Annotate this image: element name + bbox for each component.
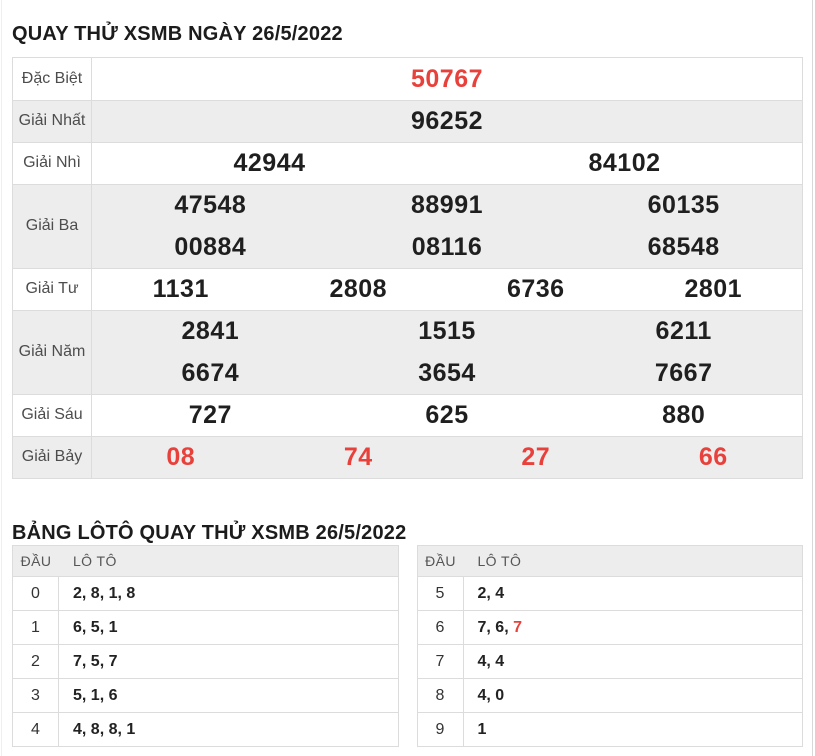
page-right-divider [812, 0, 813, 756]
loto-values-cell: 5, 1, 6 [59, 679, 117, 712]
loto-values-cell: 7, 6, 7 [464, 611, 522, 644]
prize-number: 08116 [329, 227, 566, 269]
loto-values-highlight: 7 [513, 619, 522, 637]
prize-row-label: Giải Tư [13, 269, 92, 310]
loto-row: 6 7, 6, 7 [418, 610, 803, 644]
loto-values: 4, 8, 8, 1 [73, 721, 135, 739]
prize-row-label: Giải Năm [13, 311, 92, 394]
prize-results-table: Đặc Biệt 50767 Giải Nhất 96252 Giải Nhì … [12, 57, 803, 479]
loto-table-header: ĐẦU LÔ TÔ [418, 546, 803, 576]
loto-header-dau: ĐẦU [13, 553, 59, 569]
loto-row: 0 2, 8, 1, 8 [13, 576, 398, 610]
prize-number: 74 [270, 437, 448, 478]
prize-number: 96252 [92, 101, 802, 142]
loto-section-title: BẢNG LÔTÔ QUAY THỬ XSMB 26/5/2022 [12, 522, 406, 545]
loto-values-cell: 7, 5, 7 [59, 645, 117, 678]
prize-row-label: Giải Bảy [13, 437, 92, 478]
loto-header-loto: LÔ TÔ [464, 553, 522, 569]
loto-row: 3 5, 1, 6 [13, 678, 398, 712]
loto-header-dau: ĐẦU [418, 553, 464, 569]
prize-number: 50767 [92, 58, 802, 100]
prize-number: 6674 [92, 353, 329, 395]
loto-row: 4 4, 8, 8, 1 [13, 712, 398, 746]
loto-row: 1 6, 5, 1 [13, 610, 398, 644]
loto-values: 7, 5, 7 [73, 653, 117, 671]
prize-row-label: Giải Sáu [13, 395, 92, 436]
loto-values: 5, 1, 6 [73, 687, 117, 705]
loto-values: 7, 6, [478, 619, 514, 637]
prize-row-giai-tu: Giải Tư 1131 2808 6736 2801 [13, 268, 802, 310]
prize-number: 42944 [92, 143, 447, 184]
loto-row: 2 7, 5, 7 [13, 644, 398, 678]
prize-number: 2801 [625, 269, 803, 310]
loto-dau-cell: 4 [13, 713, 59, 746]
prize-number: 27 [447, 437, 625, 478]
prize-row-label: Đặc Biệt [13, 58, 92, 100]
prize-row-label: Giải Nhất [13, 101, 92, 142]
loto-values-cell: 4, 4 [464, 645, 505, 678]
loto-tables: ĐẦU LÔ TÔ 0 2, 8, 1, 8 1 6, 5, 1 2 7, 5,… [12, 545, 803, 747]
prize-row-giai-nhi: Giải Nhì 42944 84102 [13, 142, 802, 184]
loto-values-cell: 2, 4 [464, 577, 505, 610]
prize-number: 6211 [565, 311, 802, 353]
loto-dau-cell: 1 [13, 611, 59, 644]
prize-number: 84102 [447, 143, 802, 184]
prize-row-label: Giải Nhì [13, 143, 92, 184]
prize-number: 7667 [565, 353, 802, 395]
loto-row: 7 4, 4 [418, 644, 803, 678]
prize-number: 66 [625, 437, 803, 478]
loto-values: 1 [478, 721, 487, 739]
loto-values: 6, 5, 1 [73, 619, 117, 637]
prize-number: 625 [329, 395, 566, 436]
loto-table-header: ĐẦU LÔ TÔ [13, 546, 398, 576]
page-left-divider [1, 0, 2, 756]
loto-values-cell: 6, 5, 1 [59, 611, 117, 644]
prize-number: 1131 [92, 269, 270, 310]
loto-row: 5 2, 4 [418, 576, 803, 610]
loto-table-right: ĐẦU LÔ TÔ 5 2, 4 6 7, 6, 7 7 4, 4 8 4, 0… [417, 545, 804, 747]
prize-row-giai-ba: Giải Ba 47548 88991 60135 00884 08116 68… [13, 184, 802, 268]
prize-number: 60135 [565, 185, 802, 227]
loto-table-left: ĐẦU LÔ TÔ 0 2, 8, 1, 8 1 6, 5, 1 2 7, 5,… [12, 545, 399, 747]
loto-values: 2, 4 [478, 585, 505, 603]
loto-row: 8 4, 0 [418, 678, 803, 712]
loto-dau-cell: 3 [13, 679, 59, 712]
loto-values: 4, 4 [478, 653, 505, 671]
loto-dau-cell: 5 [418, 577, 464, 610]
prize-row-dac-biet: Đặc Biệt 50767 [13, 58, 802, 100]
prize-row-giai-bay: Giải Bảy 08 74 27 66 [13, 436, 802, 478]
loto-values-cell: 4, 8, 8, 1 [59, 713, 135, 746]
loto-dau-cell: 0 [13, 577, 59, 610]
prize-number: 2808 [270, 269, 448, 310]
prize-number: 727 [92, 395, 329, 436]
prize-row-label: Giải Ba [13, 185, 92, 268]
loto-dau-cell: 2 [13, 645, 59, 678]
prize-number: 6736 [447, 269, 625, 310]
prize-number: 2841 [92, 311, 329, 353]
loto-dau-cell: 8 [418, 679, 464, 712]
loto-values-cell: 1 [464, 713, 487, 746]
prize-row-giai-nhat: Giải Nhất 96252 [13, 100, 802, 142]
loto-values: 2, 8, 1, 8 [73, 585, 135, 603]
loto-values-cell: 2, 8, 1, 8 [59, 577, 135, 610]
loto-header-loto: LÔ TÔ [59, 553, 117, 569]
loto-dau-cell: 7 [418, 645, 464, 678]
prize-number: 88991 [329, 185, 566, 227]
loto-values: 4, 0 [478, 687, 505, 705]
loto-values-cell: 4, 0 [464, 679, 505, 712]
prize-number: 1515 [329, 311, 566, 353]
prize-row-giai-sau: Giải Sáu 727 625 880 [13, 394, 802, 436]
prize-number: 47548 [92, 185, 329, 227]
prize-number: 68548 [565, 227, 802, 269]
prize-row-giai-nam: Giải Năm 2841 1515 6211 6674 3654 7667 [13, 310, 802, 394]
loto-dau-cell: 6 [418, 611, 464, 644]
prize-number: 880 [565, 395, 802, 436]
prize-number: 3654 [329, 353, 566, 395]
prize-number: 00884 [92, 227, 329, 269]
loto-row: 9 1 [418, 712, 803, 746]
page-title: QUAY THỬ XSMB NGÀY 26/5/2022 [12, 23, 343, 46]
prize-number: 08 [92, 437, 270, 478]
loto-dau-cell: 9 [418, 713, 464, 746]
